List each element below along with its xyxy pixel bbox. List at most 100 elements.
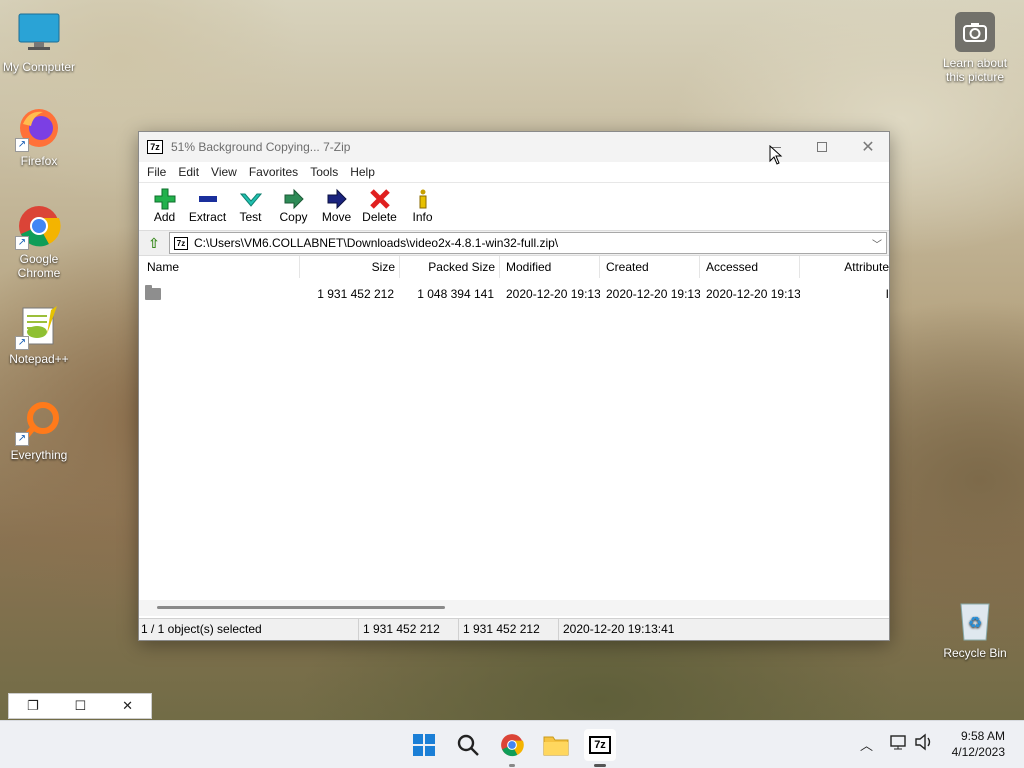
path-input[interactable]: 7z C:\Users\VM6.COLLABNET\Downloads\vide…: [169, 232, 887, 254]
chevron-down-icon[interactable]: ﹀: [872, 236, 882, 251]
desktop-icon-label: My Computer: [2, 60, 76, 74]
copy-arrow-icon: [272, 188, 315, 210]
chrome-icon: [501, 734, 524, 757]
row-attributes: I: [885, 287, 889, 301]
window-controls-flyout: ❐ ☐ ✕: [8, 693, 152, 719]
scrollbar-thumb[interactable]: [157, 606, 445, 609]
close-icon[interactable]: ✕: [122, 698, 133, 714]
maximize-button[interactable]: [799, 132, 845, 162]
column-created[interactable]: Created: [600, 256, 700, 278]
shortcut-arrow-icon: ↗: [15, 236, 29, 250]
test-button[interactable]: Test: [229, 183, 272, 224]
test-label: Test: [239, 210, 262, 224]
copy-label: Copy: [279, 210, 308, 224]
column-attributes[interactable]: Attribute: [800, 256, 889, 278]
taskbar-search-button[interactable]: [452, 729, 484, 761]
file-explorer-icon: [543, 736, 569, 756]
taskbar: 7z ︿ 9:58 AM 4/12/2023: [0, 720, 1024, 768]
desktop-icon-recycle-bin[interactable]: ♻ Recycle Bin: [936, 598, 1014, 660]
maximize-icon: [817, 142, 827, 152]
start-icon: [413, 734, 435, 756]
extract-label: Extract: [188, 210, 227, 224]
desktop-icon-label: Learn about this picture: [942, 56, 1008, 84]
desktop-icon-chrome[interactable]: ↗ Google Chrome: [0, 204, 78, 280]
chrome-icon: ↗: [15, 204, 61, 250]
status-bar: 1 / 1 object(s) selected 1 931 452 212 1…: [139, 618, 889, 640]
desktop-icon-learn-picture[interactable]: Learn about this picture: [936, 12, 1014, 84]
taskbar-file-explorer-button[interactable]: [540, 729, 572, 761]
path-text: C:\Users\VM6.COLLABNET\Downloads\video2x…: [194, 236, 559, 250]
menu-favorites[interactable]: Favorites: [243, 165, 304, 179]
copy-button[interactable]: Copy: [272, 183, 315, 224]
desktop-icon-firefox[interactable]: ↗ Firefox: [0, 106, 78, 168]
column-modified[interactable]: Modified: [500, 256, 600, 278]
restore-icon[interactable]: ❐: [27, 698, 39, 714]
7zip-icon: 7z: [589, 736, 611, 754]
desktop-icon-my-computer[interactable]: My Computer: [0, 12, 78, 74]
close-button[interactable]: ✕: [845, 132, 891, 162]
active-indicator: [594, 764, 606, 767]
start-button[interactable]: [408, 729, 440, 761]
add-label: Add: [153, 210, 176, 224]
menu-view[interactable]: View: [205, 165, 243, 179]
move-label: Move: [321, 210, 352, 224]
menu-edit[interactable]: Edit: [172, 165, 205, 179]
table-row[interactable]: 1 931 452 212 1 048 394 141 2020-12-20 1…: [139, 284, 889, 304]
address-bar: ⇧ 7z C:\Users\VM6.COLLABNET\Downloads\vi…: [139, 230, 889, 256]
menu-tools[interactable]: Tools: [304, 165, 344, 179]
7zip-window[interactable]: 7z 51% Background Copying... 7-Zip ✕ Fil…: [138, 131, 890, 641]
row-created: 2020-12-20 19:13: [606, 287, 700, 301]
clock-time[interactable]: 9:58 AM: [940, 729, 1005, 743]
add-button[interactable]: Add: [143, 183, 186, 224]
move-button[interactable]: Move: [315, 183, 358, 224]
info-button[interactable]: Info: [401, 183, 444, 224]
mouse-cursor-icon: [769, 144, 783, 168]
plus-icon: [143, 188, 186, 210]
menu-help[interactable]: Help: [344, 165, 381, 179]
recycle-bin-icon: ♻: [953, 598, 997, 642]
delete-label: Delete: [362, 210, 397, 224]
notepadpp-icon: ↗: [15, 304, 61, 350]
7zip-app-icon: 7z: [147, 140, 163, 154]
tray-chevron-up-icon[interactable]: ︿: [860, 735, 873, 754]
desktop-icon-notepadpp[interactable]: ↗ Notepad++: [0, 304, 78, 366]
column-accessed[interactable]: Accessed: [700, 256, 800, 278]
horizontal-scrollbar[interactable]: [139, 600, 889, 616]
folder-icon: [145, 284, 161, 300]
maximize-icon[interactable]: ☐: [75, 698, 87, 714]
extract-button[interactable]: Extract: [186, 183, 229, 224]
row-packed-size: 1 048 394 141: [417, 287, 494, 301]
archive-icon: 7z: [174, 236, 188, 250]
taskbar-7zip-button[interactable]: 7z: [584, 729, 616, 767]
folder-up-icon: ⇧: [148, 234, 160, 251]
column-packed-size[interactable]: Packed Size: [400, 256, 500, 278]
folder-up-button[interactable]: ⇧: [139, 231, 169, 255]
info-icon: [401, 188, 444, 210]
desktop-icon-everything[interactable]: ↗ Everything: [0, 400, 78, 462]
list-header: Name Size Packed Size Modified Created A…: [139, 256, 889, 278]
desktop-icon-label: Recycle Bin: [943, 646, 1007, 660]
shortcut-arrow-icon: ↗: [15, 336, 29, 350]
shortcut-arrow-icon: ↗: [15, 138, 29, 152]
camera-icon: [955, 12, 995, 52]
everything-search-icon: ↗: [15, 400, 61, 446]
status-selection: 1 / 1 object(s) selected: [139, 619, 359, 640]
column-size[interactable]: Size: [300, 256, 400, 278]
window-title: 51% Background Copying... 7-Zip: [171, 140, 351, 154]
close-icon: ✕: [861, 139, 875, 156]
row-accessed: 2020-12-20 19:13: [706, 287, 800, 301]
column-name[interactable]: Name: [139, 256, 300, 278]
search-icon: [457, 734, 479, 756]
status-modified: 2020-12-20 19:13:41: [563, 622, 675, 636]
menu-file[interactable]: File: [141, 165, 172, 179]
desktop-icon-label: Everything: [10, 448, 68, 462]
running-indicator: [509, 764, 515, 767]
taskbar-chrome-button[interactable]: [496, 729, 528, 767]
clock-date[interactable]: 4/12/2023: [940, 745, 1005, 759]
volume-icon[interactable]: [914, 733, 934, 754]
desktop-icon-label: Firefox: [20, 154, 58, 168]
network-icon[interactable]: [890, 734, 908, 753]
svg-text:♻: ♻: [968, 613, 982, 632]
status-packed: 1 931 452 212: [459, 619, 559, 640]
delete-button[interactable]: Delete: [358, 183, 401, 224]
